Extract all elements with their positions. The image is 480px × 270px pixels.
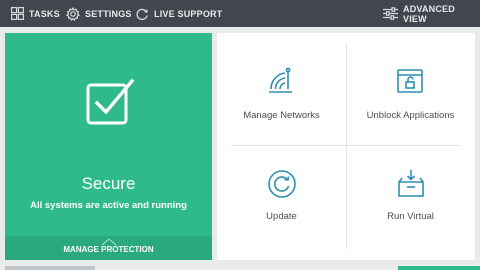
manage-protection-button[interactable]: MANAGE PROTECTION: [5, 236, 212, 260]
wifi-router-icon: [267, 67, 295, 102]
update-icon: [267, 169, 297, 204]
unblock-applications-tile[interactable]: Unblock Applications: [346, 33, 475, 145]
advanced-view-button[interactable]: ADVANCED VIEW: [383, 0, 480, 27]
run-virtual-tile[interactable]: Run Virtual: [346, 145, 475, 257]
quick-actions-panel: Manage Networks Unblock Applications Upd…: [217, 33, 475, 260]
security-status-panel: Secure All systems are active and runnin…: [5, 33, 212, 260]
tasks-label: TASKS: [29, 8, 60, 19]
tasks-button[interactable]: TASKS: [11, 0, 60, 27]
status-title: Secure: [81, 174, 136, 193]
unlock-window-icon: [396, 67, 424, 102]
manage-networks-label: Manage Networks: [243, 110, 320, 121]
refresh-circle-icon: [135, 7, 149, 21]
update-label: Update: [266, 211, 297, 222]
sandbox-box-icon: [396, 169, 426, 204]
status-subtitle: All systems are active and running: [30, 200, 187, 211]
manage-networks-tile[interactable]: Manage Networks: [217, 33, 346, 145]
top-toolbar: TASKS SETTINGS LIVE SUPPORT ADVANCED VIE…: [0, 0, 480, 27]
advanced-view-label: ADVANCED VIEW: [403, 3, 455, 24]
live-support-button[interactable]: LIVE SUPPORT: [135, 0, 222, 27]
sliders-icon: [383, 7, 398, 20]
bottom-left-tab: [5, 266, 95, 270]
update-tile[interactable]: Update: [217, 145, 346, 257]
tasks-grid-icon: [11, 7, 24, 20]
bottom-right-tab: [398, 266, 480, 270]
settings-label: SETTINGS: [85, 8, 132, 19]
run-virtual-label: Run Virtual: [387, 211, 434, 222]
unblock-applications-label: Unblock Applications: [366, 110, 455, 121]
live-support-label: LIVE SUPPORT: [154, 8, 223, 19]
checkbox-check-icon: [85, 78, 135, 133]
settings-button[interactable]: SETTINGS: [66, 0, 132, 27]
chevron-up-icon: [101, 230, 117, 257]
gear-icon: [66, 6, 80, 21]
